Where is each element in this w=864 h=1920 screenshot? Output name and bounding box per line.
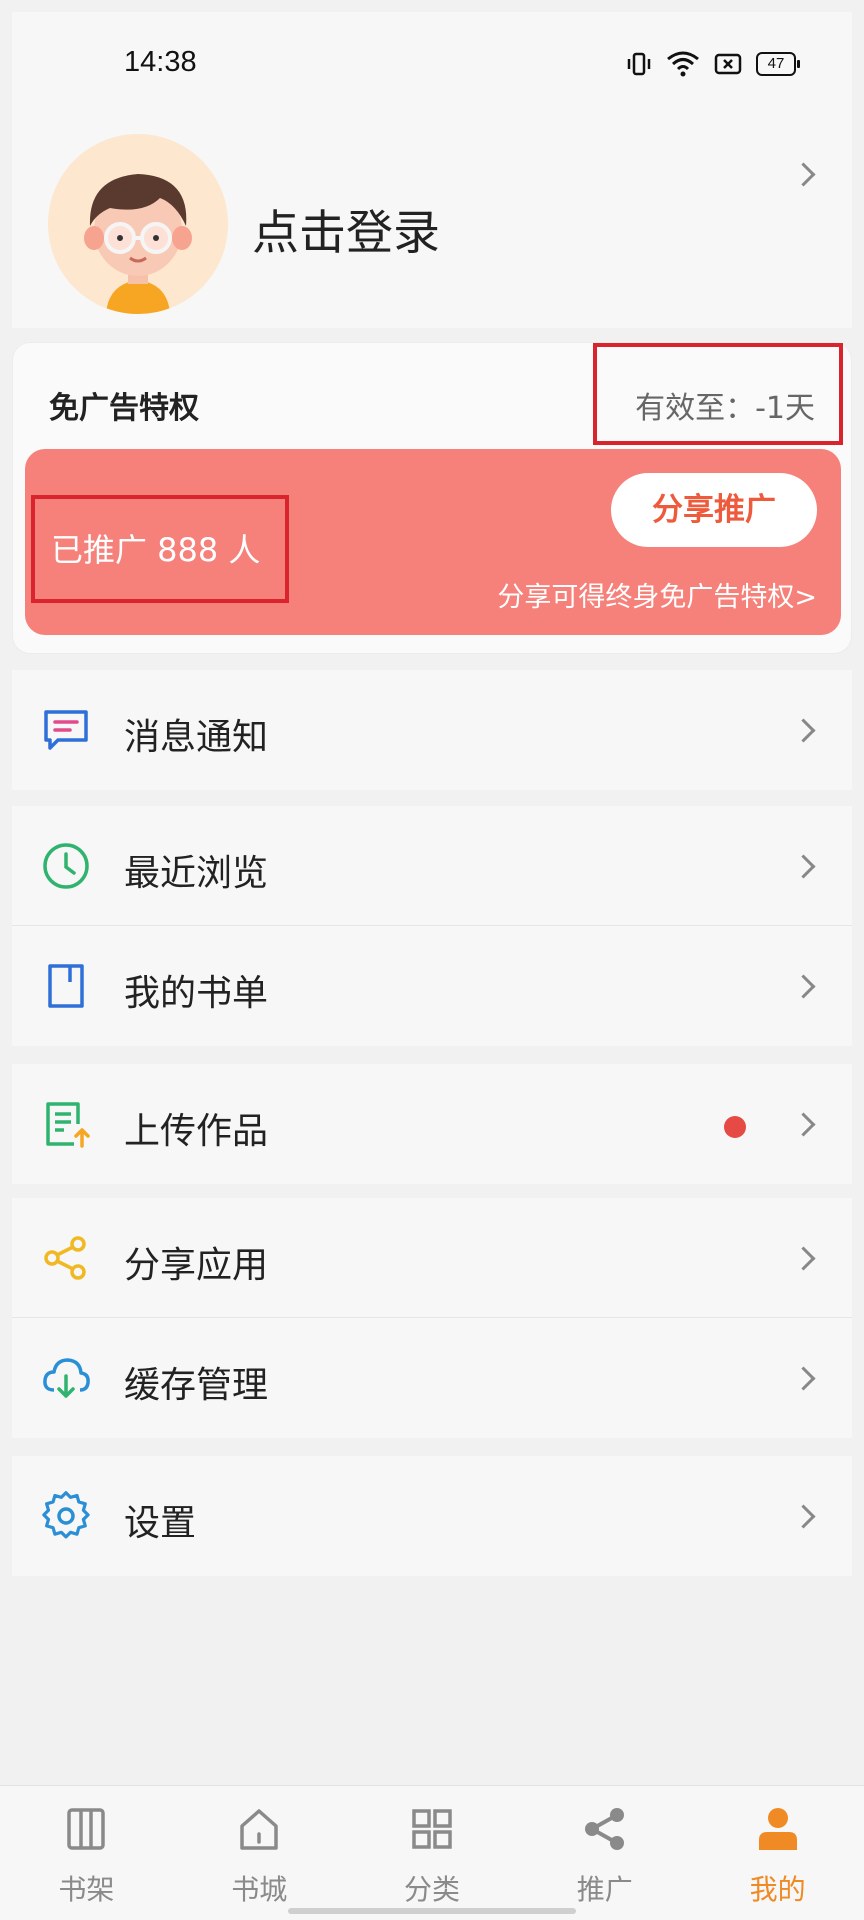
privilege-title: 免广告特权 [49,391,199,426]
promo-panel: 已推广 888 人 分享推广 分享可得终身免广告特权> [25,449,841,635]
profile-header: 14:38 47 点击登录 [12,12,852,328]
chevron-right-icon [791,718,816,743]
notification-dot [724,1116,746,1138]
chevron-right-icon [791,1366,816,1391]
chevron-right-icon [791,1112,816,1137]
menu-label: 消息通知 [124,717,269,758]
upload-document-icon [46,1102,90,1148]
chevron-right-icon [791,1504,816,1529]
menu-item-booklist[interactable]: 我的书单 [12,926,852,1046]
menu-label: 缓存管理 [124,1365,269,1406]
menu-group-app: 分享应用 缓存管理 [12,1198,852,1438]
menu-label: 设置 [124,1503,197,1544]
chevron-right-icon [791,974,816,999]
nav-tab-bookstore[interactable]: 书城 [173,1786,346,1920]
menu-label: 分享应用 [124,1245,269,1286]
menu-item-upload[interactable]: 上传作品 [12,1064,852,1184]
battery-icon: 47 [756,52,800,76]
bookmark-book-icon [48,964,84,1008]
login-link[interactable]: 点击登录 [252,194,440,263]
wifi-icon [667,51,699,77]
sim-off-icon [714,53,742,75]
nav-tab-category[interactable]: 分类 [346,1786,519,1920]
nav-tab-mine[interactable]: 我的 [691,1786,864,1920]
nav-label: 书架 [58,1873,115,1906]
menu-group-messages: 消息通知 [12,670,852,790]
home-indicator[interactable] [288,1908,576,1914]
menu-group-settings: 设置 [12,1456,852,1576]
menu-label: 最近浏览 [124,853,269,894]
menu-item-share-app[interactable]: 分享应用 [12,1198,852,1318]
nav-label: 分类 [403,1873,460,1906]
nav-label: 推广 [576,1873,633,1906]
menu-item-recent[interactable]: 最近浏览 [12,806,852,926]
chevron-right-icon[interactable] [791,162,816,187]
clock-icon [43,843,89,889]
menu-group-reading: 最近浏览 我的书单 [12,806,852,1046]
avatar[interactable] [48,134,228,314]
status-time: 14:38 [124,46,197,78]
category-grid-icon [412,1809,452,1849]
app-screen: 14:38 47 点击登录 免广告特权 有效至：-1天 已推广 888 人 分享… [0,0,864,1920]
cloud-download-icon [43,1358,90,1398]
chevron-right-icon [791,1246,816,1271]
menu-item-cache[interactable]: 缓存管理 [12,1318,852,1438]
share-icon [584,1808,624,1850]
menu-item-messages[interactable]: 消息通知 [12,670,852,790]
bottom-nav: 书架 书城 分类 推广 我的 [0,1785,864,1920]
nav-label: 我的 [749,1873,806,1906]
menu-label: 上传作品 [124,1111,269,1152]
ad-free-privilege-card: 免广告特权 有效至：-1天 已推广 888 人 分享推广 分享可得终身免广告特权… [12,342,852,654]
highlight-box-count [31,495,289,603]
avatar-illustration [48,134,228,314]
gear-icon [42,1491,90,1539]
nav-tab-bookshelf[interactable]: 书架 [0,1786,173,1920]
nav-tab-promote[interactable]: 推广 [518,1786,691,1920]
promo-hint-link[interactable]: 分享可得终身免广告特权> [497,575,817,614]
chevron-right-icon [791,854,816,879]
share-promote-button[interactable]: 分享推广 [611,473,817,547]
menu-item-settings[interactable]: 设置 [12,1456,852,1576]
home-icon [240,1809,278,1850]
vibrate-icon [627,52,651,76]
highlight-box-expire [593,343,843,445]
user-icon [758,1808,797,1850]
menu-group-upload: 上传作品 [12,1064,852,1184]
nav-label: 书城 [231,1873,288,1906]
status-icons: 47 [626,50,800,78]
menu-label: 我的书单 [124,973,269,1014]
bookshelf-icon [67,1808,106,1850]
share-icon [44,1236,86,1280]
message-icon [44,710,88,750]
